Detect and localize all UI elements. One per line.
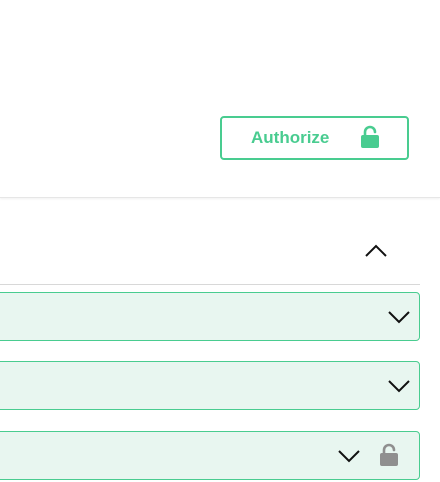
unlocked-lock-icon [360,125,380,154]
chevron-down-icon[interactable] [337,448,361,469]
operation-row[interactable] [0,431,420,480]
api-tag-section [0,198,440,482]
authorize-button[interactable]: Authorize [220,116,409,160]
authorize-label: Authorize [251,128,330,147]
chevron-down-icon[interactable] [387,309,411,330]
chevron-up-icon[interactable] [364,242,388,263]
top-bar: Authorize [0,0,440,198]
unlocked-lock-icon[interactable] [379,443,399,472]
section-header[interactable] [0,198,420,285]
operation-row[interactable] [0,361,420,410]
chevron-down-icon[interactable] [387,378,411,399]
operation-row[interactable] [0,292,420,341]
